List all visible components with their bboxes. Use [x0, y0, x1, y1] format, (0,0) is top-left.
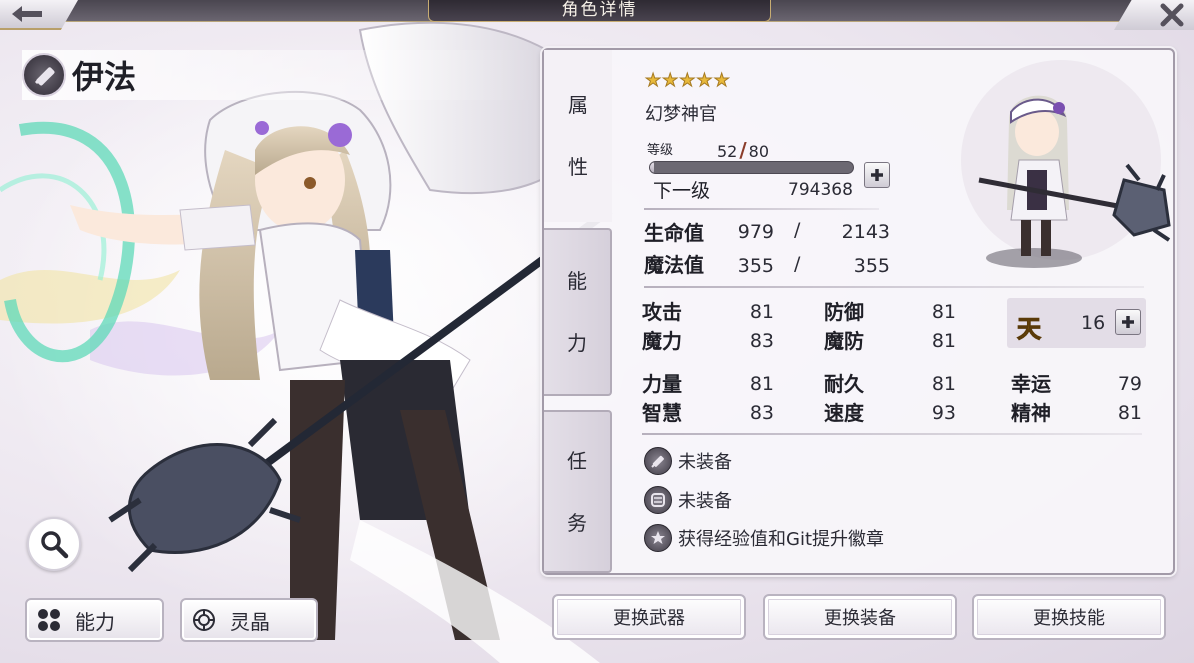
exp-bar-fill: [650, 162, 655, 173]
tab-attributes[interactable]: 属 性: [544, 50, 612, 222]
dur-label: 耐久: [824, 372, 864, 396]
star-icon: ★: [662, 70, 679, 92]
hp-label: 生命值: [644, 221, 704, 245]
sky-rank-icon: 天: [1017, 314, 1042, 344]
next-level-value: 794368: [788, 180, 853, 200]
plus-icon: [1122, 316, 1134, 328]
wis-label: 智慧: [642, 401, 682, 425]
mp-current: 355: [737, 255, 774, 277]
mag-label: 魔力: [642, 329, 682, 353]
crystal-button-label: 灵晶: [230, 609, 270, 634]
level-label: 等级: [647, 143, 674, 158]
sky-rank-plus-button[interactable]: [1115, 309, 1141, 335]
tab-mission[interactable]: 任 务: [544, 410, 612, 573]
hp-max: 2143: [841, 221, 890, 243]
divider: [642, 433, 1142, 435]
hammer-icon: [644, 447, 672, 475]
atk-value: 81: [749, 301, 774, 323]
class-name: 幻梦神官: [645, 104, 717, 125]
star-icon: ★: [644, 70, 662, 92]
character-name-row: 伊法: [22, 50, 542, 100]
hammer-icon: [34, 67, 55, 86]
zoom-button[interactable]: [27, 517, 81, 571]
star-icon: ★: [679, 70, 696, 92]
star-rating: ★ ★ ★ ★ ★: [644, 70, 730, 92]
star-badge-icon: [644, 524, 672, 552]
crystal-icon: [193, 609, 215, 631]
level-value: 52/80: [717, 138, 769, 162]
close-icon: [1160, 3, 1184, 27]
plus-icon: [871, 169, 883, 181]
level-up-button[interactable]: [864, 162, 890, 188]
armor-slot-label: 未装备: [678, 491, 732, 512]
tab-attributes-label-1: 属: [568, 93, 588, 117]
search-icon: [41, 531, 69, 559]
tab-ability-label-2: 力: [567, 331, 587, 355]
def-value: 81: [931, 301, 956, 323]
hp-slash: /: [794, 219, 801, 241]
level-max: 80: [748, 142, 770, 161]
weapon-slot-label: 未装备: [678, 452, 732, 473]
sky-rank-value: 16: [1081, 312, 1106, 334]
character-name: 伊法: [72, 58, 137, 96]
mag-value: 83: [749, 330, 774, 352]
mdef-label: 魔防: [824, 329, 864, 353]
chibi-portrait: [961, 60, 1171, 268]
atk-label: 攻击: [642, 300, 682, 324]
tab-ability[interactable]: 能 力: [544, 228, 612, 396]
spi-value: 81: [1117, 402, 1142, 424]
spi-label: 精神: [1011, 401, 1051, 425]
left-arrow-icon: [12, 6, 42, 22]
spd-value: 93: [931, 402, 956, 424]
divider: [644, 286, 1144, 288]
str-value: 81: [749, 373, 774, 395]
sky-rank-box: 天 16: [1007, 298, 1146, 348]
armor-icon: [644, 486, 672, 514]
mp-max: 355: [853, 255, 890, 277]
tab-mission-label-1: 任: [567, 448, 587, 473]
tab-attributes-label-2: 性: [568, 155, 588, 179]
divider: [644, 208, 879, 210]
wis-value: 83: [749, 402, 774, 424]
class-emblem: [22, 53, 66, 97]
change-skill-button[interactable]: 更换技能: [972, 594, 1166, 640]
level-slash: /: [739, 138, 747, 162]
luck-label: 幸运: [1011, 372, 1051, 396]
def-label: 防御: [824, 300, 864, 324]
grid-icon: [38, 609, 60, 631]
character-detail-panel: 属 性 能 力 任 务 ★ ★ ★ ★ ★ 幻梦神官 等级 52/80 下一级 7943…: [542, 48, 1175, 575]
badge-slot[interactable]: 获得经验值和Git提升徽章: [644, 524, 884, 552]
str-label: 力量: [642, 372, 682, 396]
spd-label: 速度: [824, 401, 864, 425]
next-level-label: 下一级: [653, 180, 711, 202]
mp-label: 魔法值: [644, 253, 704, 277]
change-weapon-button[interactable]: 更换武器: [552, 594, 746, 640]
level-current: 52: [717, 142, 738, 161]
dur-value: 81: [931, 373, 956, 395]
page-title: 角色详情: [428, 0, 771, 22]
weapon-slot[interactable]: 未装备: [644, 447, 732, 475]
mp-slash: /: [794, 253, 801, 275]
badge-slot-label: 获得经验值和Git提升徽章: [678, 529, 885, 550]
exp-bar: [649, 161, 854, 174]
panel-tabs: 属 性 能 力 任 务: [544, 50, 612, 573]
crystal-button[interactable]: 灵晶: [180, 598, 318, 642]
tab-mission-label-2: 务: [567, 510, 587, 535]
ability-button-label: 能力: [75, 609, 115, 634]
tab-ability-label-1: 能: [567, 269, 587, 293]
mdef-value: 81: [931, 330, 956, 352]
change-equipment-button[interactable]: 更换装备: [763, 594, 957, 640]
star-icon: ★: [696, 70, 713, 92]
armor-slot[interactable]: 未装备: [644, 486, 732, 514]
luck-value: 79: [1117, 373, 1142, 395]
star-icon: ★: [713, 70, 730, 92]
ability-button[interactable]: 能力: [25, 598, 164, 642]
hp-current: 979: [737, 221, 774, 243]
